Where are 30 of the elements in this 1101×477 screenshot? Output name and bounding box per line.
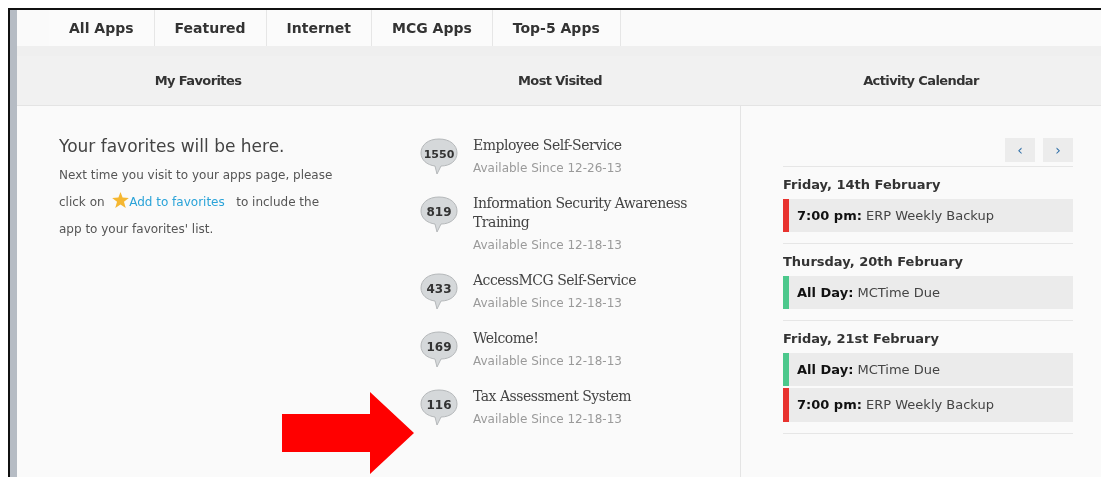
count-bubble: 169 [419, 329, 459, 369]
available-since: Available Since 12-26-13 [473, 160, 622, 177]
previous-button[interactable]: ‹ [1005, 138, 1035, 162]
app-name[interactable]: Tax Assessment System [473, 387, 632, 406]
available-since: Available Since 12-18-13 [473, 353, 622, 370]
count-bubble: 819 [419, 194, 459, 234]
count-bubble: 433 [419, 271, 459, 311]
available-since: Available Since 12-18-13 [473, 411, 623, 428]
count-bubble: 116 [419, 387, 459, 427]
calendar-event[interactable]: All Day: MCTime Due [783, 352, 1073, 386]
day-heading: Friday, 21st February [783, 330, 940, 348]
day-heading: Friday, 14th February [783, 176, 942, 194]
section-heading: My Favorites [153, 71, 243, 90]
app-name[interactable]: Welcome! [473, 329, 622, 348]
star-icon [112, 192, 130, 209]
available-since: Available Since 12-18-13 [473, 237, 623, 254]
available-since: Available Since 12-18-13 [473, 295, 623, 312]
count-bubble: 1550 [419, 136, 459, 176]
favorites-hint: Next time you visit to your apps page, please click on Add to favorites to include the app to your favorites' list. [59, 167, 334, 239]
app-name[interactable]: AccessMCG Self-Service [473, 271, 636, 290]
next-button[interactable]: › [1043, 138, 1073, 162]
day-heading: Thursday, 20th February [783, 253, 965, 271]
calendar-event[interactable]: 7:00 pm: ERP Weekly Backup [783, 388, 1073, 422]
app-name[interactable]: Employee Self-Service [473, 136, 622, 155]
calendar-event[interactable]: 7:00 pm: ERP Weekly Backup [783, 198, 1073, 232]
app-name[interactable]: Information Security Awareness Training [473, 194, 740, 232]
favorites-heading: Your favorites will be here. [59, 136, 286, 157]
section-heading: Most Visited [517, 71, 603, 90]
calendar-event[interactable]: All Day: MCTime Due [783, 275, 1073, 309]
section-heading: Activity Calendar [862, 71, 981, 90]
